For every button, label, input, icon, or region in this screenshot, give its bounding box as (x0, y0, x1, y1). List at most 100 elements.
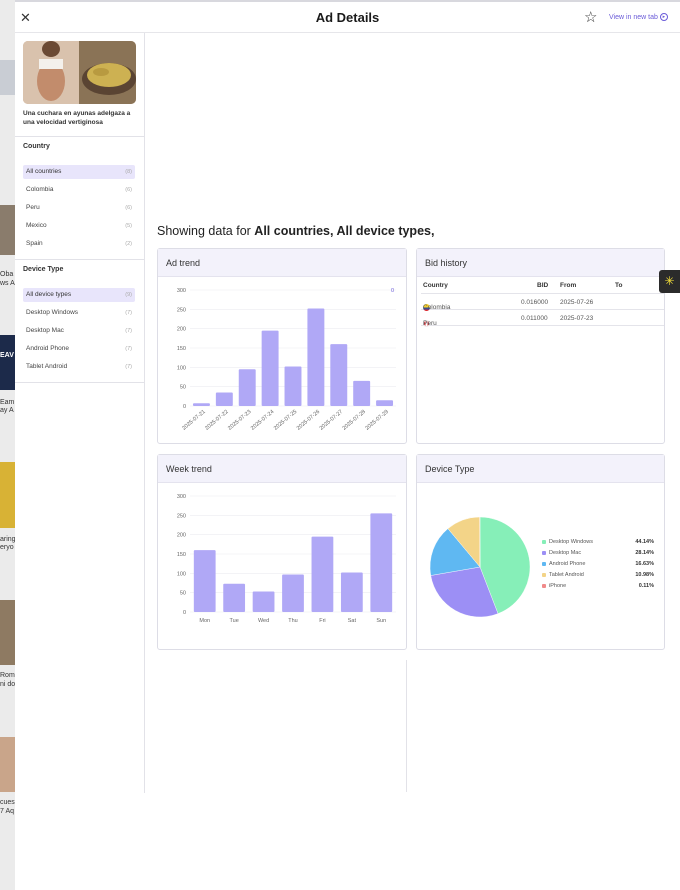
legend-item: Desktop Mac 28.14% (542, 550, 654, 561)
legend-label: Desktop Mac (549, 550, 582, 556)
bar (376, 400, 394, 406)
background-text: ay A (0, 407, 14, 414)
legend-label: Tablet Android (549, 572, 584, 578)
filter-device-android-phone[interactable]: Android Phone (7) (23, 342, 135, 356)
modal-header: ✕ Ad Details ☆ View in new tab ▸ (15, 0, 680, 33)
y-tick-label: 0 (183, 610, 186, 616)
showing-data-heading: Showing data for All countries, All devi… (157, 224, 434, 238)
bar (340, 572, 363, 612)
table-row: Colombia 0.016000 2025-07-26 (421, 294, 664, 311)
divider (15, 136, 145, 137)
ad-image[interactable] (23, 41, 136, 104)
filter-device-all[interactable]: All device types (9) (23, 288, 135, 302)
x-tick-label: 2025-07-24 (250, 409, 275, 432)
bid-history-table: Country BID From To Colombia 0.016000 20… (421, 277, 664, 327)
filter-label: Colombia (26, 186, 54, 193)
y-tick-label: 150 (177, 346, 186, 352)
y-tick-label: 250 (177, 513, 186, 519)
background-text: cues (0, 799, 15, 806)
divider (15, 382, 145, 383)
background-thumbnail (0, 205, 15, 255)
filter-label: Tablet Android (26, 363, 68, 370)
filter-label: Peru (26, 204, 40, 211)
filter-country-spain[interactable]: Spain (2) (23, 237, 135, 251)
background-text: ni do (0, 681, 15, 688)
background-thumbnail (0, 600, 15, 665)
star-icon[interactable]: ☆ (584, 8, 597, 26)
x-tick-label: 2025-07-25 (273, 409, 298, 432)
x-tick-label: 2025-07-28 (342, 409, 367, 432)
background-text: EAV (0, 352, 14, 359)
bar (238, 369, 256, 406)
legend-swatch (542, 540, 546, 544)
filter-device-tablet-android[interactable]: Tablet Android (7) (23, 360, 135, 374)
y-tick-label: 300 (177, 288, 186, 294)
x-tick-label: Fri (319, 618, 325, 624)
filter-device-desktop-mac[interactable]: Desktop Mac (7) (23, 324, 135, 338)
cell-from: 2025-07-23 (560, 315, 594, 322)
card-title: Ad trend (158, 249, 406, 277)
bar (284, 366, 302, 406)
filter-country-peru[interactable]: Peru (6) (23, 201, 135, 215)
device-type-card: Device Type Desktop Windows 44.14% Desktop… (416, 454, 665, 650)
x-tick-label: 2025-07-29 (364, 409, 389, 432)
legend-swatch (542, 573, 546, 577)
cell-bid: 0.016000 (521, 299, 549, 306)
filter-count: (7) (125, 364, 132, 370)
filter-count: (7) (125, 328, 132, 334)
filter-count: (6) (125, 187, 132, 193)
filter-country-mexico[interactable]: Mexico (5) (23, 219, 135, 233)
filter-count: (7) (125, 310, 132, 316)
x-tick-label: 2025-07-27 (319, 409, 344, 432)
filter-device-desktop-windows[interactable]: Desktop Windows (7) (23, 306, 135, 320)
bar (282, 574, 304, 612)
bid-history-card: Bid history Country BID From To Colombia… (416, 248, 665, 444)
ad-caption: Una cuchara en ayunas adelgaza a una vel… (23, 110, 131, 126)
extension-badge-icon[interactable]: ✳ (659, 270, 680, 293)
external-link-icon: ▸ (659, 13, 668, 21)
showing-value: All countries, All device types, (254, 224, 435, 238)
filter-country-all[interactable]: All countries (8) (23, 165, 135, 179)
device-type-pie (429, 516, 531, 618)
x-tick-label: Sat (348, 618, 357, 624)
x-tick-label: Sun (376, 618, 386, 624)
bar (311, 536, 334, 612)
open-in-new-tab-link[interactable]: View in new tab ▸ (609, 13, 668, 21)
legend-value: 0.11% (638, 583, 654, 589)
x-tick-label: 2025-07-23 (227, 409, 252, 432)
legend-label: iPhone (549, 583, 567, 589)
background-text: Eam (0, 399, 15, 406)
y-tick-label: 200 (177, 327, 186, 333)
legend-swatch (542, 584, 546, 588)
background-page: Oba ws A EAV Eam ay A aring eryo Rom ni … (0, 0, 15, 890)
legend-value: 10.98% (635, 572, 654, 578)
filter-count: (7) (125, 346, 132, 352)
filter-label: Desktop Mac (26, 327, 64, 334)
bar (252, 591, 275, 612)
legend-value: 16.63% (635, 561, 654, 567)
background-thumbnail (0, 60, 15, 95)
filter-label: All countries (26, 168, 62, 175)
legend-swatch (542, 562, 546, 566)
legend-item: iPhone 0.11% (542, 583, 654, 594)
col-to: To (615, 282, 623, 289)
bar (353, 380, 371, 406)
background-text: 7 Aq (0, 808, 15, 815)
bar (193, 550, 216, 612)
filter-country-colombia[interactable]: Colombia (6) (23, 183, 135, 197)
bar (223, 583, 246, 612)
x-tick-label: 2025-07-21 (181, 409, 206, 432)
card-title: Device Type (417, 455, 664, 483)
cell-from: 2025-07-26 (560, 299, 594, 306)
background-thumbnail (0, 462, 15, 528)
filter-label: Mexico (26, 222, 47, 229)
legend-value: 28.14% (635, 550, 654, 556)
device-filter-title: Device Type (23, 266, 64, 273)
cell-bid: 0.011000 (521, 315, 548, 322)
filter-label: Desktop Windows (26, 309, 79, 316)
bar (192, 403, 210, 406)
legend-item: Android Phone 16.63% (542, 561, 654, 572)
legend-item: Tablet Android 10.98% (542, 572, 654, 583)
filter-count: (8) (125, 169, 132, 175)
y-tick-label: 150 (177, 552, 186, 558)
